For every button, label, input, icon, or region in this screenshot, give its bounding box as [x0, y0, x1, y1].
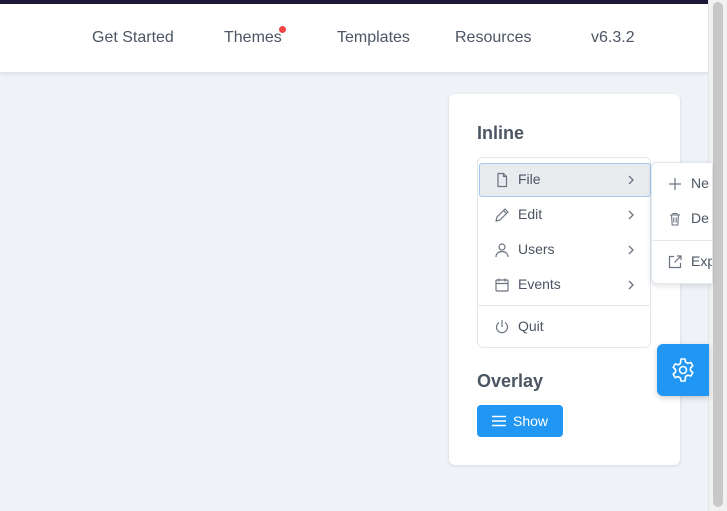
- menu-item-edit[interactable]: Edit: [479, 198, 651, 232]
- inline-title: Inline: [477, 123, 525, 143]
- notification-dot: [279, 26, 286, 33]
- submenu-item-label: Exp: [691, 253, 712, 269]
- menu-item-users[interactable]: Users: [479, 233, 651, 267]
- menu-item-label: Users: [518, 241, 555, 257]
- user-icon: [494, 242, 510, 258]
- menu-item-events[interactable]: Events: [479, 268, 651, 302]
- configurator-button[interactable]: [657, 344, 709, 396]
- plus-icon: [667, 176, 683, 192]
- nav-get-started[interactable]: Get Started: [92, 29, 174, 47]
- nav-version[interactable]: v6.3.2: [591, 29, 635, 47]
- menu-item-label: Events: [518, 276, 561, 292]
- tiered-menu: File Edit Users Events Quit: [477, 157, 651, 348]
- top-navbar: Get Started Themes Templates Resources v…: [0, 4, 709, 72]
- scrollbar-thumb[interactable]: [713, 2, 723, 507]
- menu-item-label: File: [518, 171, 541, 187]
- show-button[interactable]: Show: [477, 405, 563, 437]
- chevron-right-icon: [626, 209, 636, 221]
- chevron-right-icon: [626, 174, 636, 186]
- bars-icon: [491, 415, 507, 427]
- calendar-icon: [494, 277, 510, 293]
- menu-item-quit[interactable]: Quit: [479, 310, 651, 344]
- chevron-right-icon: [626, 279, 636, 291]
- trash-icon: [667, 211, 683, 227]
- power-icon: [494, 319, 510, 335]
- menu-item-label: Edit: [518, 206, 543, 222]
- file-icon: [494, 172, 510, 188]
- chevron-right-icon: [626, 244, 636, 256]
- menu-item-label: Quit: [518, 318, 544, 334]
- nav-templates[interactable]: Templates: [337, 29, 410, 47]
- show-button-label: Show: [513, 413, 549, 429]
- submenu-item-delete[interactable]: De: [652, 202, 712, 236]
- overlay-title: Overlay: [477, 371, 544, 391]
- pencil-icon: [494, 207, 510, 223]
- nav-resources[interactable]: Resources: [455, 29, 531, 47]
- submenu-item-label: Ne: [691, 175, 709, 191]
- submenu-item-new[interactable]: Ne: [652, 167, 712, 201]
- gear-icon: [670, 357, 696, 383]
- nav-themes[interactable]: Themes: [224, 29, 282, 47]
- submenu-item-label: De: [691, 210, 709, 226]
- submenu-separator: [652, 240, 712, 241]
- menu-separator: [478, 305, 650, 306]
- menu-item-file[interactable]: File: [479, 163, 651, 197]
- submenu-item-export[interactable]: Exp: [652, 245, 712, 279]
- file-submenu: Ne De Exp: [651, 162, 712, 284]
- external-link-icon: [667, 254, 683, 270]
